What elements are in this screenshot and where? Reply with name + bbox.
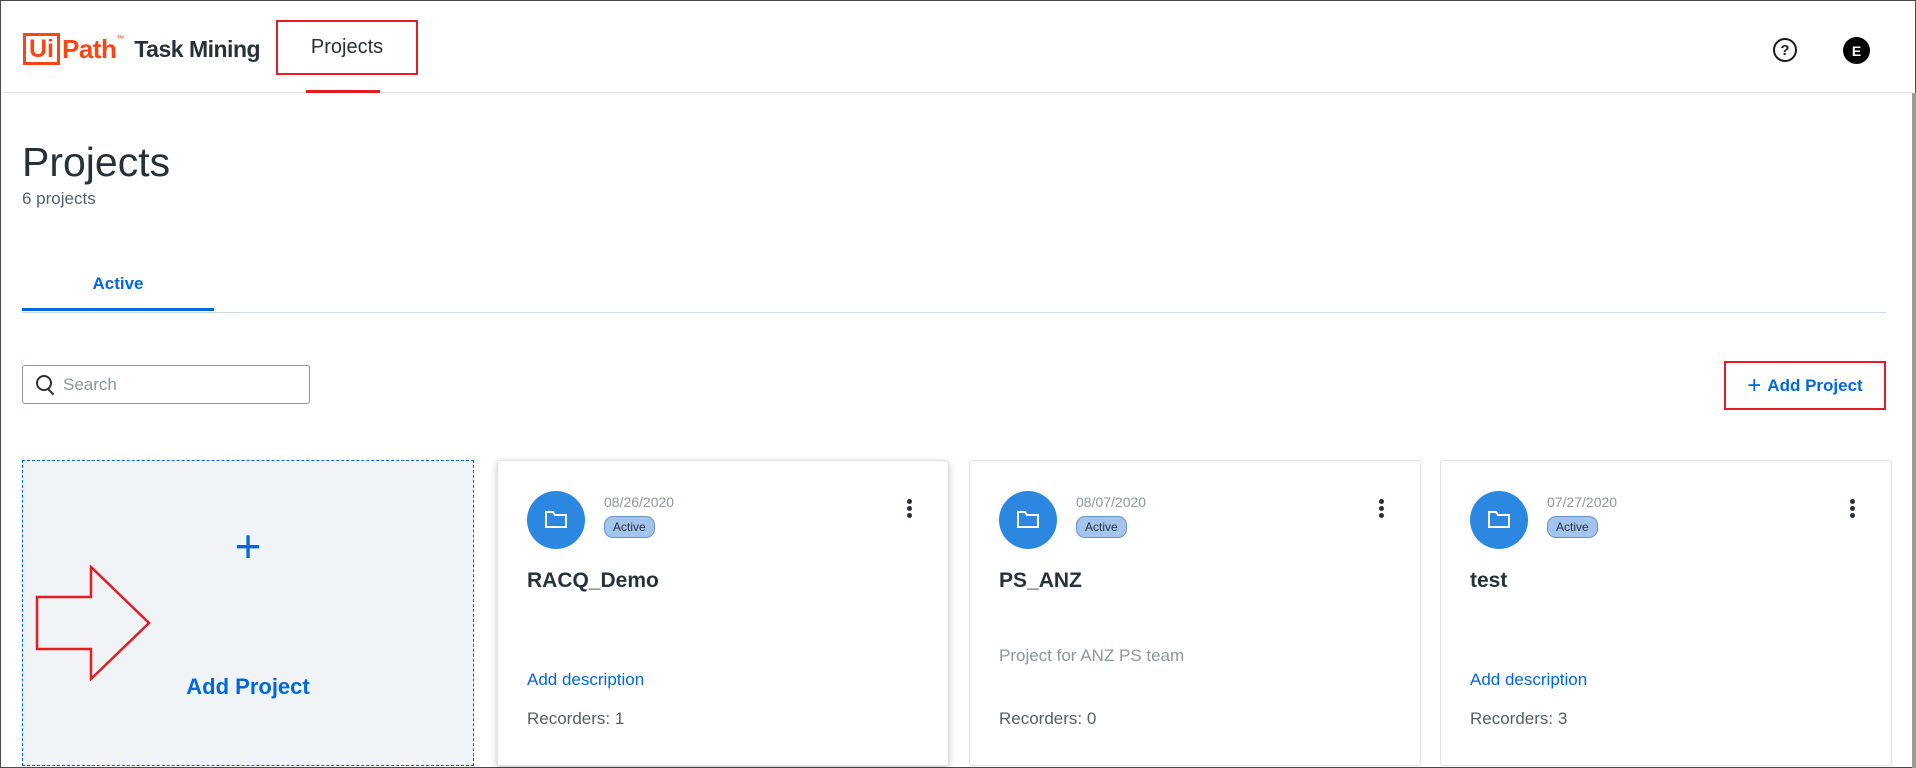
add-project-button[interactable]: + Add Project bbox=[1724, 361, 1886, 410]
plus-icon: + bbox=[1747, 371, 1762, 399]
more-vertical-icon[interactable] bbox=[1376, 499, 1386, 521]
project-count: 6 projects bbox=[22, 189, 96, 208]
recorders-count: Recorders: 0 bbox=[999, 709, 1097, 728]
page-title: Projects bbox=[22, 139, 171, 185]
project-date: 08/07/2020 bbox=[1076, 494, 1147, 510]
project-date: 08/26/2020 bbox=[604, 494, 675, 510]
search-input[interactable] bbox=[63, 374, 293, 395]
folder-icon bbox=[1470, 491, 1528, 549]
avatar-initial: E bbox=[1851, 42, 1862, 59]
top-header: Ui Path ™ Task Mining Projects ? E bbox=[2, 2, 1912, 93]
help-symbol: ? bbox=[1780, 41, 1790, 59]
status-badge: Active bbox=[1076, 516, 1127, 538]
project-name[interactable]: RACQ_Demo bbox=[527, 569, 659, 593]
folder-icon bbox=[527, 491, 585, 549]
project-name[interactable]: test bbox=[1470, 569, 1507, 593]
more-vertical-icon[interactable] bbox=[904, 499, 914, 521]
add-project-label: Add Project bbox=[1767, 375, 1863, 395]
add-description-link[interactable]: Add description bbox=[1470, 670, 1587, 690]
tabs-divider bbox=[22, 312, 1886, 313]
project-card[interactable]: 08/07/2020 Active PS_ANZ Project for ANZ… bbox=[969, 460, 1421, 766]
search-icon bbox=[35, 374, 57, 396]
project-description: Project for ANZ PS team bbox=[999, 646, 1185, 665]
plus-icon: + bbox=[234, 520, 262, 572]
status-badge: Active bbox=[604, 516, 655, 538]
folder-icon bbox=[999, 491, 1057, 549]
uipath-logo[interactable]: Ui Path ™ Task Mining bbox=[23, 32, 261, 66]
search-box[interactable] bbox=[22, 365, 310, 404]
arrow-right-icon bbox=[35, 565, 151, 681]
project-card[interactable]: 07/27/2020 Active test Add description R… bbox=[1440, 460, 1892, 766]
status-badge: Active bbox=[1547, 516, 1598, 538]
recorders-count: Recorders: 3 bbox=[1470, 709, 1568, 728]
logo-path-text: Path bbox=[62, 33, 117, 64]
logo-ui-box: Ui bbox=[23, 33, 60, 65]
project-card[interactable]: 08/26/2020 Active RACQ_Demo Add descript… bbox=[497, 460, 949, 766]
add-description-link[interactable]: Add description bbox=[527, 670, 644, 690]
page-scrollbar[interactable] bbox=[1912, 93, 1916, 768]
app-window: Ui Path ™ Task Mining Projects ? E Proje… bbox=[0, 0, 1916, 768]
project-date: 07/27/2020 bbox=[1547, 494, 1618, 510]
nav-projects-tab[interactable]: Projects bbox=[276, 20, 418, 75]
user-avatar[interactable]: E bbox=[1843, 37, 1870, 64]
project-name[interactable]: PS_ANZ bbox=[999, 569, 1082, 593]
more-vertical-icon[interactable] bbox=[1847, 499, 1857, 521]
nav-active-indicator bbox=[306, 90, 380, 93]
product-name: Task Mining bbox=[134, 35, 261, 62]
tab-active[interactable]: Active bbox=[22, 269, 214, 311]
recorders-count: Recorders: 1 bbox=[527, 709, 625, 728]
nav-projects-label: Projects bbox=[310, 36, 384, 58]
logo-trademark: ™ bbox=[116, 34, 125, 43]
tab-active-label: Active bbox=[92, 274, 144, 293]
help-icon[interactable]: ? bbox=[1773, 38, 1797, 62]
